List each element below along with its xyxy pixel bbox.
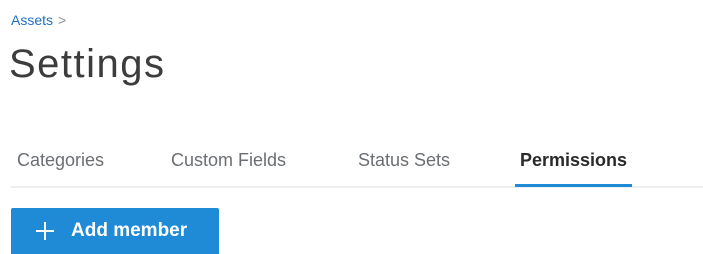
- breadcrumb-link-assets[interactable]: Assets: [11, 11, 53, 29]
- page-title: Settings: [9, 42, 166, 86]
- tab-permissions[interactable]: Permissions: [514, 147, 633, 187]
- tab-status-sets[interactable]: Status Sets: [358, 147, 450, 173]
- settings-page: Assets > Settings Categories Custom Fiel…: [0, 0, 703, 254]
- plus-icon: [35, 221, 55, 241]
- tab-custom-fields[interactable]: Custom Fields: [171, 147, 286, 173]
- settings-tabs: Categories Custom Fields Status Sets Per…: [11, 144, 703, 188]
- add-member-label: Add member: [71, 220, 188, 241]
- tab-categories[interactable]: Categories: [17, 147, 104, 173]
- breadcrumb: Assets >: [11, 11, 66, 29]
- add-member-button[interactable]: Add member: [11, 208, 219, 254]
- breadcrumb-separator: >: [58, 12, 67, 28]
